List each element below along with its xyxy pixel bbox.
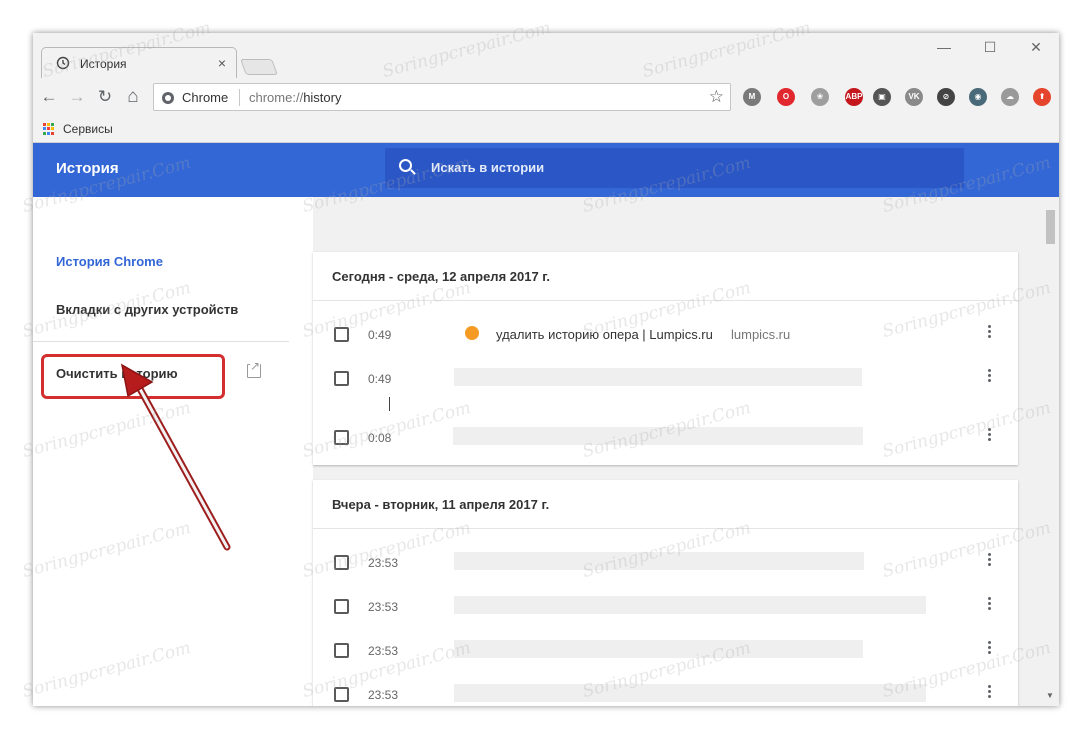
entry-checkbox[interactable]	[334, 371, 349, 386]
text-cursor	[389, 397, 390, 411]
bookmarks-bar: Сервисы	[33, 116, 1059, 143]
more-actions-icon[interactable]	[988, 685, 992, 701]
history-list: Сегодня - среда, 12 апреля 2017 г. 0:49 уд…	[313, 197, 1059, 706]
card-divider	[313, 300, 1018, 301]
tab-title: История	[80, 57, 127, 71]
forward-icon[interactable]: →	[68, 88, 86, 106]
paw-extension-icon[interactable]: ❀	[811, 88, 829, 106]
apps-grid-icon[interactable]	[43, 123, 55, 135]
new-tab-button[interactable]	[240, 59, 278, 75]
day-heading: Сегодня - среда, 12 апреля 2017 г.	[332, 269, 551, 284]
more-actions-icon[interactable]	[988, 428, 992, 444]
toolbar: ← → ↻ ⌂ Chrome chrome://history ☆ M O ❀ ABP…	[33, 78, 1059, 116]
entry-checkbox[interactable]	[334, 327, 349, 342]
more-actions-icon[interactable]	[988, 325, 992, 341]
entry-checkbox[interactable]	[334, 687, 349, 702]
sidebar-item-other-devices[interactable]: Вкладки с других устройств	[56, 302, 238, 317]
history-entry[interactable]: 23:53	[313, 679, 1018, 706]
search-placeholder: Искать в истории	[431, 160, 545, 175]
more-actions-icon[interactable]	[988, 553, 992, 569]
history-entry[interactable]: 23:53	[313, 635, 1018, 665]
opera-extension-icon[interactable]: O	[777, 88, 795, 106]
history-day-card: Сегодня - среда, 12 апреля 2017 г. 0:49 уд…	[313, 252, 1018, 465]
history-entry[interactable]: 23:53	[313, 547, 1018, 577]
entry-domain: lumpics.ru	[731, 327, 791, 342]
gmail-extension-icon[interactable]: M	[743, 88, 761, 106]
entry-checkbox[interactable]	[334, 643, 349, 658]
history-entry[interactable]: 0:08	[313, 422, 1018, 452]
close-icon[interactable]: ✕	[1022, 39, 1050, 57]
home-icon[interactable]: ⌂	[124, 87, 142, 106]
entry-time: 23:53	[368, 600, 399, 614]
upload-extension-icon[interactable]: ⬆	[1033, 88, 1051, 106]
browser-window: История × — ☐ ✕ ← → ↻ ⌂ Chrome chrome://…	[33, 33, 1059, 706]
url-path: history	[303, 90, 342, 105]
entry-checkbox[interactable]	[334, 555, 349, 570]
history-day-card: Вчера - вторник, 11 апреля 2017 г. 23:53 2…	[313, 480, 1018, 706]
entry-time: 0:08	[368, 431, 392, 445]
entry-time: 23:53	[368, 556, 399, 570]
more-actions-icon[interactable]	[988, 369, 992, 385]
entry-time: 0:49	[368, 372, 392, 386]
site-favicon-icon	[465, 326, 479, 340]
eye-extension-icon[interactable]: ◉	[969, 88, 987, 106]
entry-time: 0:49	[368, 328, 392, 342]
more-actions-icon[interactable]	[988, 641, 992, 657]
vk-extension-icon[interactable]: VK	[905, 88, 923, 106]
minimize-icon[interactable]: —	[930, 39, 958, 57]
scroll-thumb[interactable]	[1046, 210, 1055, 244]
scroll-down-icon[interactable]: ▼	[1046, 691, 1054, 700]
history-icon	[56, 56, 70, 70]
day-heading: Вчера - вторник, 11 апреля 2017 г.	[332, 497, 550, 512]
adblock-extension-icon[interactable]: ABP	[845, 88, 863, 106]
redacted-entry	[454, 368, 862, 386]
entry-checkbox[interactable]	[334, 430, 349, 445]
redacted-entry	[453, 427, 863, 445]
entry-time: 23:53	[368, 688, 399, 702]
tab-close-icon[interactable]: ×	[218, 55, 226, 71]
external-link-icon[interactable]	[247, 359, 261, 378]
sidebar: История Chrome Вкладки с других устройст…	[33, 197, 313, 706]
redacted-entry	[454, 552, 864, 570]
clear-history-button[interactable]: Очистить историю	[56, 366, 178, 381]
history-entry[interactable]: 0:49	[313, 363, 1018, 393]
film-extension-icon[interactable]: ▣	[873, 88, 891, 106]
titlebar: История × — ☐ ✕	[33, 33, 1059, 79]
search-icon	[399, 159, 412, 172]
address-url: chrome://history	[249, 90, 341, 105]
address-chip: Chrome	[182, 90, 229, 105]
bookmark-star-icon[interactable]: ☆	[709, 87, 724, 107]
address-separator	[239, 89, 240, 106]
sidebar-divider	[33, 341, 289, 342]
scrollbar[interactable]: ▼	[1042, 208, 1059, 706]
more-actions-icon[interactable]	[988, 597, 992, 613]
chrome-page-icon	[162, 92, 174, 104]
tab-history[interactable]: История ×	[41, 47, 237, 79]
sidebar-item-chrome-history[interactable]: История Chrome	[56, 254, 163, 269]
card-divider	[313, 528, 1018, 529]
bookmark-services[interactable]: Сервисы	[63, 122, 113, 136]
entry-title[interactable]: удалить историю опера | Lumpics.ru	[496, 327, 713, 342]
entry-time: 23:53	[368, 644, 399, 658]
history-search-input[interactable]: Искать в истории	[385, 148, 964, 188]
compass-extension-icon[interactable]: ⊘	[937, 88, 955, 106]
reload-icon[interactable]: ↻	[96, 88, 114, 106]
redacted-entry	[454, 684, 926, 702]
history-entry[interactable]: 23:53	[313, 591, 1018, 621]
url-scheme: chrome://	[249, 90, 304, 105]
history-entry[interactable]: 0:49 удалить историю опера | Lumpics.ru lu…	[313, 319, 1018, 349]
address-bar[interactable]: Chrome chrome://history ☆	[153, 83, 731, 111]
maximize-icon[interactable]: ☐	[976, 39, 1004, 57]
cloud-extension-icon[interactable]: ☁	[1001, 88, 1019, 106]
redacted-entry	[454, 596, 926, 614]
page-title: История	[56, 160, 119, 177]
redacted-entry	[454, 640, 863, 658]
history-header: История Искать в истории	[33, 143, 1059, 197]
entry-checkbox[interactable]	[334, 599, 349, 614]
back-icon[interactable]: ←	[40, 88, 58, 106]
